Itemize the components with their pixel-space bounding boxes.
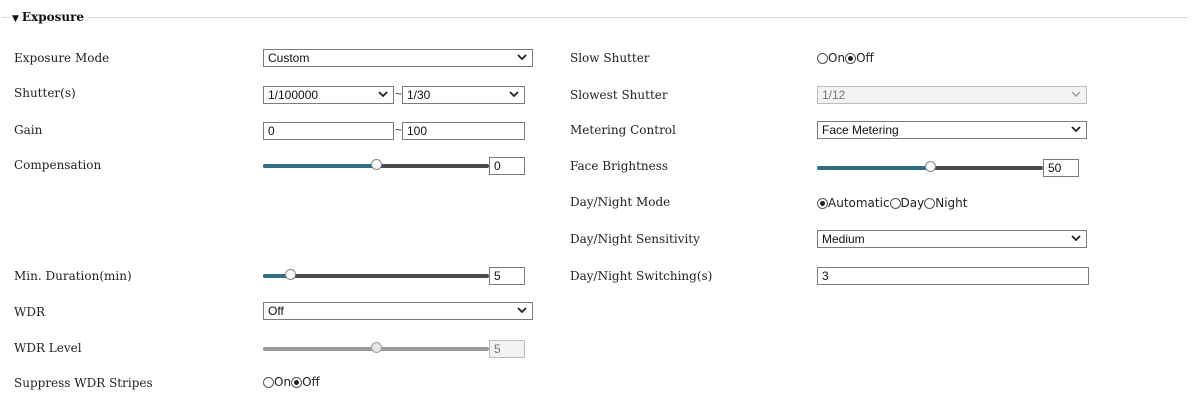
exposure-mode-select[interactable]: Custom [263,49,533,67]
exposure-mode-label: Exposure Mode [14,51,110,65]
section-title: Exposure [21,10,85,24]
suppress-wdr-stripes-off-radio[interactable] [291,376,303,388]
slow-shutter-radio-group: On Off [817,51,874,65]
suppress-wdr-stripes-label: Suppress WDR Stripes [14,376,153,390]
face-brightness-slider[interactable] [817,159,1043,177]
dropdown-arrow-icon [1071,126,1081,133]
radio-label-on: On [828,51,846,65]
suppress-wdr-stripes-radio-group: On Off [263,375,320,389]
day-night-automatic-radio[interactable] [817,197,828,209]
metering-control-select[interactable]: Face Metering [817,121,1087,139]
wdr-level-label: WDR Level [14,341,82,355]
min-duration-slider[interactable] [263,267,489,285]
slider-fill [263,347,377,351]
shutter-label: Shutter(s) [14,86,76,100]
wdr-level-slider [263,340,489,358]
face-brightness-value-input[interactable]: 50 [1043,159,1079,177]
min-duration-value-input[interactable]: 5 [489,267,525,285]
radio-label-off: Off [302,375,320,389]
face-brightness-label: Face Brightness [570,159,669,173]
gain-label: Gain [14,123,43,137]
gain-min-input[interactable]: 0 [263,122,394,140]
slider-fill [817,166,931,170]
wdr-level-value-input: 5 [489,340,525,358]
day-night-sensitivity-label: Day/Night Sensitivity [570,232,700,246]
metering-control-label: Metering Control [570,123,676,137]
shutter-max-select[interactable]: 1/30 [402,86,525,104]
suppress-wdr-stripes-on-radio[interactable] [263,376,274,388]
exposure-mode-value: Custom [268,51,310,65]
compensation-slider[interactable] [263,157,489,175]
slowest-shutter-select: 1/12 [817,86,1087,104]
slider-handle[interactable] [285,269,296,280]
radio-label-automatic: Automatic [828,196,890,210]
shutter-max-value: 1/30 [407,88,431,102]
section-divider [87,17,1188,18]
compensation-label: Compensation [14,158,102,172]
wdr-select[interactable]: Off [263,302,533,320]
section-header[interactable]: ▼ Exposure [12,10,85,24]
day-night-switching-input[interactable]: 3 [817,267,1089,285]
gain-max-input[interactable]: 100 [402,122,525,140]
compensation-value-input[interactable]: 0 [489,157,525,175]
slider-track [263,274,489,278]
day-night-day-radio[interactable] [889,197,901,209]
section-divider-left [2,17,10,18]
day-night-night-radio[interactable] [924,197,936,209]
radio-label-on: On [274,375,292,389]
metering-control-value: Face Metering [822,123,899,137]
gain-range-separator: ~ [395,123,403,137]
shutter-min-value: 1/100000 [268,88,319,102]
dropdown-arrow-icon [517,307,527,314]
slowest-shutter-value: 1/12 [822,88,846,102]
wdr-value: Off [268,304,284,318]
slider-handle [371,342,382,353]
slider-handle[interactable] [371,159,382,170]
slowest-shutter-label: Slowest Shutter [570,88,668,102]
slow-shutter-label: Slow Shutter [570,51,650,65]
dropdown-arrow-icon [1071,91,1081,97]
dropdown-arrow-icon [517,54,527,61]
day-night-switching-label: Day/Night Switching(s) [570,269,713,283]
slow-shutter-off-radio[interactable] [845,52,857,64]
radio-label-night: Night [935,196,968,210]
shutter-range-separator: ~ [395,87,403,101]
dropdown-arrow-icon [378,91,388,98]
radio-label-off: Off [856,51,874,65]
slider-fill [263,164,377,168]
wdr-label: WDR [14,305,45,319]
day-night-sensitivity-value: Medium [822,232,865,246]
dropdown-arrow-icon [1071,235,1081,242]
day-night-mode-radio-group: Automatic Day Night [817,196,968,210]
slow-shutter-on-radio[interactable] [817,52,828,64]
dropdown-arrow-icon [509,91,519,98]
shutter-min-select[interactable]: 1/100000 [263,86,394,104]
chevron-down-icon[interactable]: ▼ [12,14,19,24]
radio-label-day: Day [900,196,925,210]
slider-handle[interactable] [925,161,936,172]
min-duration-label: Min. Duration(min) [14,269,132,283]
day-night-mode-label: Day/Night Mode [570,195,671,209]
day-night-sensitivity-select[interactable]: Medium [817,230,1087,248]
